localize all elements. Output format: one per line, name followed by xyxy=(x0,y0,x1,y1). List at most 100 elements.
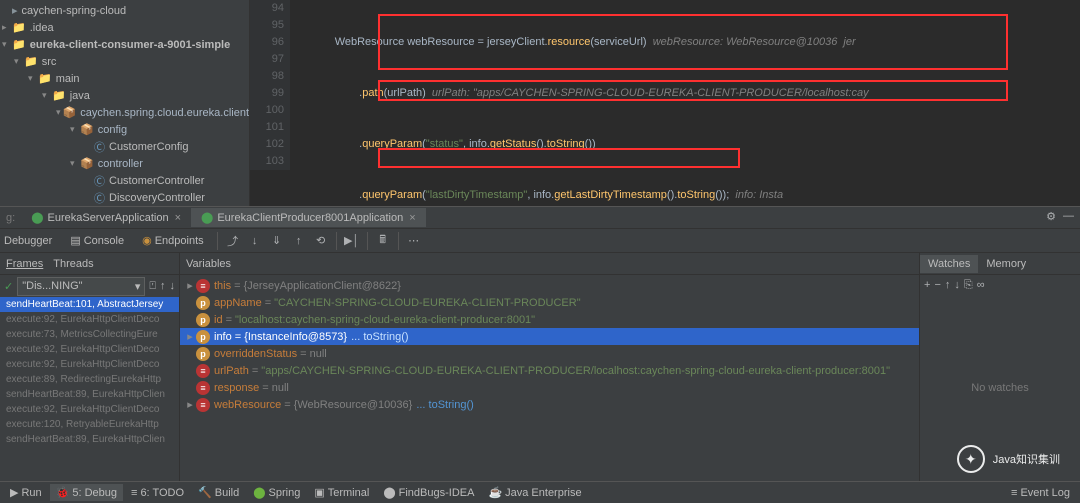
todo-icon: ≡ xyxy=(131,487,137,499)
frame-item[interactable]: sendHeartBeat:101, AbstractJersey xyxy=(0,297,179,312)
param-badge-icon: p xyxy=(196,313,210,327)
frame-item[interactable]: execute:92, EurekaHttpClientDeco xyxy=(0,342,179,357)
this-badge-icon: ≡ xyxy=(196,279,210,293)
step-over-icon[interactable]: ⤴ xyxy=(223,231,243,251)
console-tab[interactable]: ▤Console xyxy=(62,232,132,249)
tree-item[interactable]: ⒸCustomerConfig xyxy=(0,138,249,155)
run-tab[interactable]: ⬤EurekaClientProducer8001Application× xyxy=(191,208,426,227)
var-item[interactable]: ≡urlPath="apps/CAYCHEN-SPRING-CLOUD-EURE… xyxy=(180,362,919,379)
var-item[interactable]: ▸≡webResource={WebResource@10036}... toS… xyxy=(180,396,919,413)
prev-frame-icon[interactable]: ↑ xyxy=(160,280,166,292)
findbugs-icon: ⬤ xyxy=(383,486,395,499)
spring-icon: ⬤ xyxy=(253,486,265,499)
tree-item[interactable]: ▾📁java xyxy=(0,87,249,104)
local-badge-icon: ≡ xyxy=(196,398,210,412)
gear-icon[interactable]: ⚙ xyxy=(1046,210,1056,223)
hammer-icon: 🔨 xyxy=(198,486,212,499)
javaee-icon: ☕ xyxy=(488,486,502,499)
variables-list[interactable]: ▸≡this={JerseyApplicationClient@8622} pa… xyxy=(180,275,919,481)
findbugs-tool[interactable]: ⬤FindBugs-IDEA xyxy=(377,484,480,501)
local-badge-icon: ≡ xyxy=(196,381,210,395)
tree-item[interactable]: ⒸDiscoveryController xyxy=(0,189,249,206)
eventlog-icon: ≡ xyxy=(1011,487,1017,499)
todo-tool[interactable]: ≡6: TODO xyxy=(125,485,190,501)
endpoints-icon: ◉ xyxy=(142,234,152,247)
status-bar: ▶Run 🐞5: Debug ≡6: TODO 🔨Build ⬤Spring ▣… xyxy=(0,481,1080,503)
bug-icon: 🐞 xyxy=(56,486,70,499)
spring-tool[interactable]: ⬤Spring xyxy=(247,484,306,501)
frame-item[interactable]: execute:92, EurekaHttpClientDeco xyxy=(0,402,179,417)
code-editor[interactable]: 9495 969798 99100101 102103 WebResource … xyxy=(250,0,1080,206)
local-badge-icon: ≡ xyxy=(196,364,210,378)
tree-item[interactable]: ▾📁src xyxy=(0,53,249,70)
code-content: WebResource webResource = jerseyClient.r… xyxy=(290,0,1080,206)
tree-item[interactable]: ▾📦controller xyxy=(0,155,249,172)
add-watch-icon[interactable]: + xyxy=(924,279,930,291)
frame-item[interactable]: execute:92, EurekaHttpClientDeco xyxy=(0,357,179,372)
more-icon[interactable]: ⋯ xyxy=(404,231,424,251)
var-item[interactable]: ▸≡this={JerseyApplicationClient@8622} xyxy=(180,277,919,294)
eventlog-tool[interactable]: ≡Event Log xyxy=(1005,485,1076,501)
drop-frame-icon[interactable]: ⟲ xyxy=(311,231,331,251)
frames-list[interactable]: sendHeartBeat:101, AbstractJersey execut… xyxy=(0,297,179,481)
run-tool[interactable]: ▶Run xyxy=(4,484,48,501)
tree-item[interactable]: ▾📁eureka-client-consumer-a-9001-simple xyxy=(0,36,249,53)
frame-item[interactable]: execute:73, MetricsCollectingEure xyxy=(0,327,179,342)
run-tab[interactable]: ⬤EurekaServerApplication× xyxy=(21,208,191,227)
link-icon[interactable]: ∞ xyxy=(977,279,985,291)
tree-item[interactable]: ⒸCustomerController xyxy=(0,172,249,189)
var-item[interactable]: pappName="CAYCHEN-SPRING-CLOUD-EUREKA-CL… xyxy=(180,294,919,311)
terminal-tool[interactable]: ▣Terminal xyxy=(308,484,375,501)
var-item[interactable]: ▸pinfo={InstanceInfo@8573}... toString() xyxy=(180,328,919,345)
evaluate-icon[interactable]: 🖩 xyxy=(373,231,393,251)
run-to-cursor-icon[interactable]: ▶│ xyxy=(342,231,362,251)
watches-panel: Watches Memory + − ↑ ↓ ⎘ ∞ No watches xyxy=(920,253,1080,481)
javaee-tool[interactable]: ☕Java Enterprise xyxy=(482,484,587,501)
prev-icon[interactable]: ↑ xyxy=(945,279,951,291)
project-tree[interactable]: ▸caychen-spring-cloud ▸📁.idea ▾📁eureka-c… xyxy=(0,0,250,206)
run-icon: ▶ xyxy=(10,486,18,499)
close-icon[interactable]: × xyxy=(175,212,181,224)
step-into-icon[interactable]: ↓ xyxy=(245,231,265,251)
tree-item[interactable]: ▾📁main xyxy=(0,70,249,87)
variables-label: Variables xyxy=(186,258,231,270)
var-item[interactable]: pid="localhost:caychen-spring-cloud-eure… xyxy=(180,311,919,328)
thread-dropdown[interactable]: "Dis...NING"▾ xyxy=(17,277,145,296)
minimize-icon[interactable]: — xyxy=(1063,210,1074,222)
memory-tab[interactable]: Memory xyxy=(978,255,1034,273)
filter-icon[interactable]: ⍞ xyxy=(149,280,156,293)
tree-item[interactable]: ▾📦config xyxy=(0,121,249,138)
debug-panel: g: ⬤EurekaServerApplication× ⬤EurekaClie… xyxy=(0,206,1080,481)
tree-item[interactable]: ▸caychen-spring-cloud xyxy=(0,2,249,19)
terminal-icon: ▣ xyxy=(314,486,324,499)
threads-tab[interactable]: Threads xyxy=(53,258,93,270)
frame-item[interactable]: sendHeartBeat:89, EurekaHttpClien xyxy=(0,432,179,447)
debug-toolbar: Debugger ▤Console ◉Endpoints ⤴ ↓ ⇓ ↑ ⟲ ▶… xyxy=(0,229,1080,253)
var-item[interactable]: ≡response=null xyxy=(180,379,919,396)
copy-icon[interactable]: ⎘ xyxy=(964,279,973,292)
force-step-into-icon[interactable]: ⇓ xyxy=(267,231,287,251)
frames-tab[interactable]: Frames xyxy=(6,258,43,270)
watches-empty: No watches xyxy=(920,295,1080,481)
tree-item[interactable]: ▸📁.idea xyxy=(0,19,249,36)
var-item[interactable]: poverriddenStatus=null xyxy=(180,345,919,362)
build-tool[interactable]: 🔨Build xyxy=(192,484,245,501)
step-out-icon[interactable]: ↑ xyxy=(289,231,309,251)
param-badge-icon: p xyxy=(196,330,210,344)
frame-item[interactable]: execute:89, RedirectingEurekaHttp xyxy=(0,372,179,387)
tree-item[interactable]: ▾📦caychen.spring.cloud.eureka.client.cus… xyxy=(0,104,249,121)
param-badge-icon: p xyxy=(196,347,210,361)
console-icon: ▤ xyxy=(70,234,80,247)
endpoints-tab[interactable]: ◉Endpoints xyxy=(134,232,212,249)
next-icon[interactable]: ↓ xyxy=(954,279,960,291)
frames-panel: Frames Threads ✓ "Dis...NING"▾ ⍞ ↑ ↓ sen… xyxy=(0,253,180,481)
frame-item[interactable]: execute:120, RetryableEurekaHttp xyxy=(0,417,179,432)
remove-watch-icon[interactable]: − xyxy=(934,279,940,291)
gutter: 9495 969798 99100101 102103 xyxy=(250,0,290,170)
frame-item[interactable]: sendHeartBeat:89, EurekaHttpClien xyxy=(0,387,179,402)
debug-tool[interactable]: 🐞5: Debug xyxy=(50,484,123,501)
close-icon[interactable]: × xyxy=(409,212,415,224)
frame-item[interactable]: execute:92, EurekaHttpClientDeco xyxy=(0,312,179,327)
watches-tab[interactable]: Watches xyxy=(920,255,978,273)
next-frame-icon[interactable]: ↓ xyxy=(170,280,176,292)
